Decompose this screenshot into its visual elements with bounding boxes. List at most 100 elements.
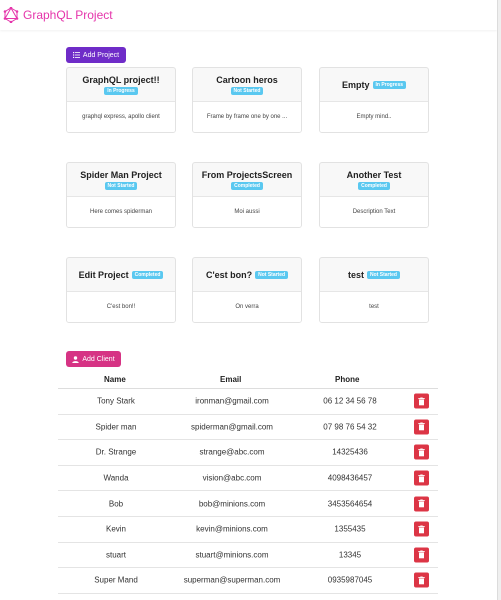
trash-icon [418,525,425,534]
user-icon [72,355,80,363]
client-name: Bob [108,499,124,509]
project-description: C'est bon!! [67,292,175,322]
delete-client-button[interactable] [414,496,429,512]
client-name: Super Mand [94,575,138,585]
project-card-footer: EditDelete [67,322,175,323]
project-title: Another Test [346,169,402,180]
client-name: Kevin [105,524,127,534]
trash-icon [418,397,425,406]
column-header-name: Name [104,375,126,384]
table-row: Spider man spiderman@gmail.com 07 98 76 54… [58,415,438,441]
client-phone: 07 98 76 54 32 [323,422,377,432]
client-phone: 13345 [338,550,362,560]
client-email: vision@abc.com [202,473,262,483]
project-card-header: Another Test Completed [320,163,428,197]
project-title: C'est bon? [205,269,253,280]
client-phone: 0935987045 [327,575,373,585]
clients-table-header: Name Email Phone [58,374,438,389]
status-badge: Not Started [230,86,264,95]
project-description: Description Text [320,197,428,227]
client-name: Spider man [95,422,137,432]
project-card-header: test Not Started [320,258,428,292]
add-client-label: Add Client [82,355,115,363]
project-title: From ProjectsScreen [201,169,293,180]
delete-client-button[interactable] [414,393,429,409]
project-card-header: Edit Project Completed [67,258,175,292]
project-card: Edit ProjectCompletedC'est bon!!EditDele… [66,257,176,323]
status-badge: Not Started [367,270,400,279]
project-card-footer: EditDelete [67,132,175,133]
column-header-phone: Phone [335,375,360,384]
delete-client-button[interactable] [414,547,429,563]
project-title: test [348,269,365,280]
brand-title[interactable]: GraphQL Project [23,8,113,22]
client-email: ironman@gmail.com [195,396,269,406]
project-card: testNot StartedtestEditDelete [319,257,429,323]
project-card: EmptyIn ProgressEmpty mind..EditDelete [319,67,429,133]
delete-client-button[interactable] [414,521,429,537]
client-email: superman@superman.com [183,575,281,585]
project-card-footer: EditDelete [193,227,301,228]
client-email: spiderman@gmail.com [191,422,273,432]
project-card-footer: EditDelete [193,132,301,133]
project-description: test [320,292,428,322]
status-badge: Completed [358,181,390,190]
project-card: Another TestCompletedDescription TextEdi… [319,162,429,228]
scrollbar[interactable] [497,0,501,600]
project-title: Spider Man Project [80,169,162,180]
project-description: Frame by frame one by one ... [193,102,301,132]
client-email: bob@minions.com [198,499,266,509]
trash-icon [418,422,425,431]
project-title: Cartoon heros [216,74,278,85]
project-card-header: Cartoon heros Not Started [193,68,301,102]
client-name: stuart [105,550,127,560]
project-description: On verra [193,292,301,322]
project-card-footer: EditDelete [320,132,428,133]
client-phone: 14325436 [332,447,368,457]
project-card-header: Spider Man Project Not Started [67,163,175,197]
client-email: stuart@minions.com [195,550,269,560]
delete-client-button[interactable] [414,572,429,588]
table-row: Bob bob@minions.com 3453564654 [58,491,438,517]
delete-client-button[interactable] [414,470,429,486]
trash-icon [418,576,425,585]
project-description: Here comes spiderman [67,197,175,227]
client-email: strange@abc.com [199,447,265,457]
project-card-footer: EditDelete [67,227,175,228]
status-badge: Not Started [255,270,289,279]
client-name: Dr. Strange [95,447,137,457]
project-card-footer: EditDelete [320,227,428,228]
project-card: C'est bon?Not StartedOn verraEditDelete [192,257,302,323]
project-card: GraphQL project!! In Progress graphql expr… [66,67,176,133]
status-badge: Completed [231,181,263,190]
table-row: Dr. Strange strange@abc.com 14325436 [58,440,438,466]
client-phone: 1355435 [334,524,366,534]
status-badge: In Progress [104,86,138,95]
client-phone: 3453564654 [327,499,373,509]
status-badge: Completed [131,270,164,279]
graphql-logo-icon[interactable] [2,6,20,24]
table-row: Kevin kevin@minions.com 1355435 [58,517,438,543]
project-card: Spider Man Project Not Started Here comes … [66,162,176,228]
project-card-header: Empty In Progress [320,68,428,102]
project-card-header: GraphQL project!! In Progress [67,68,175,102]
client-email: kevin@minions.com [196,524,268,534]
delete-client-button[interactable] [414,419,429,435]
delete-client-button[interactable] [414,444,429,460]
column-header-email: Email [220,375,242,384]
client-phone: 06 12 34 56 78 [323,396,377,406]
add-client-button[interactable]: Add Client [66,351,121,367]
project-title: GraphQL project!! [82,74,160,85]
trash-icon [418,550,425,559]
navbar: GraphQL Project [0,0,497,30]
list-icon [72,52,80,58]
project-card-footer: EditDelete [320,322,428,323]
trash-icon [418,474,425,482]
project-card-header: From ProjectsScreen Completed [193,163,301,197]
client-name: Wanda [103,473,129,483]
table-row: Super Mand superman@superman.com 093598704… [58,568,438,594]
add-project-label: Add Project [82,51,120,59]
status-badge: Not Started [104,181,138,190]
table-row: Wanda vision@abc.com 4098436457 [58,466,438,492]
add-project-button[interactable]: Add Project [66,47,126,63]
